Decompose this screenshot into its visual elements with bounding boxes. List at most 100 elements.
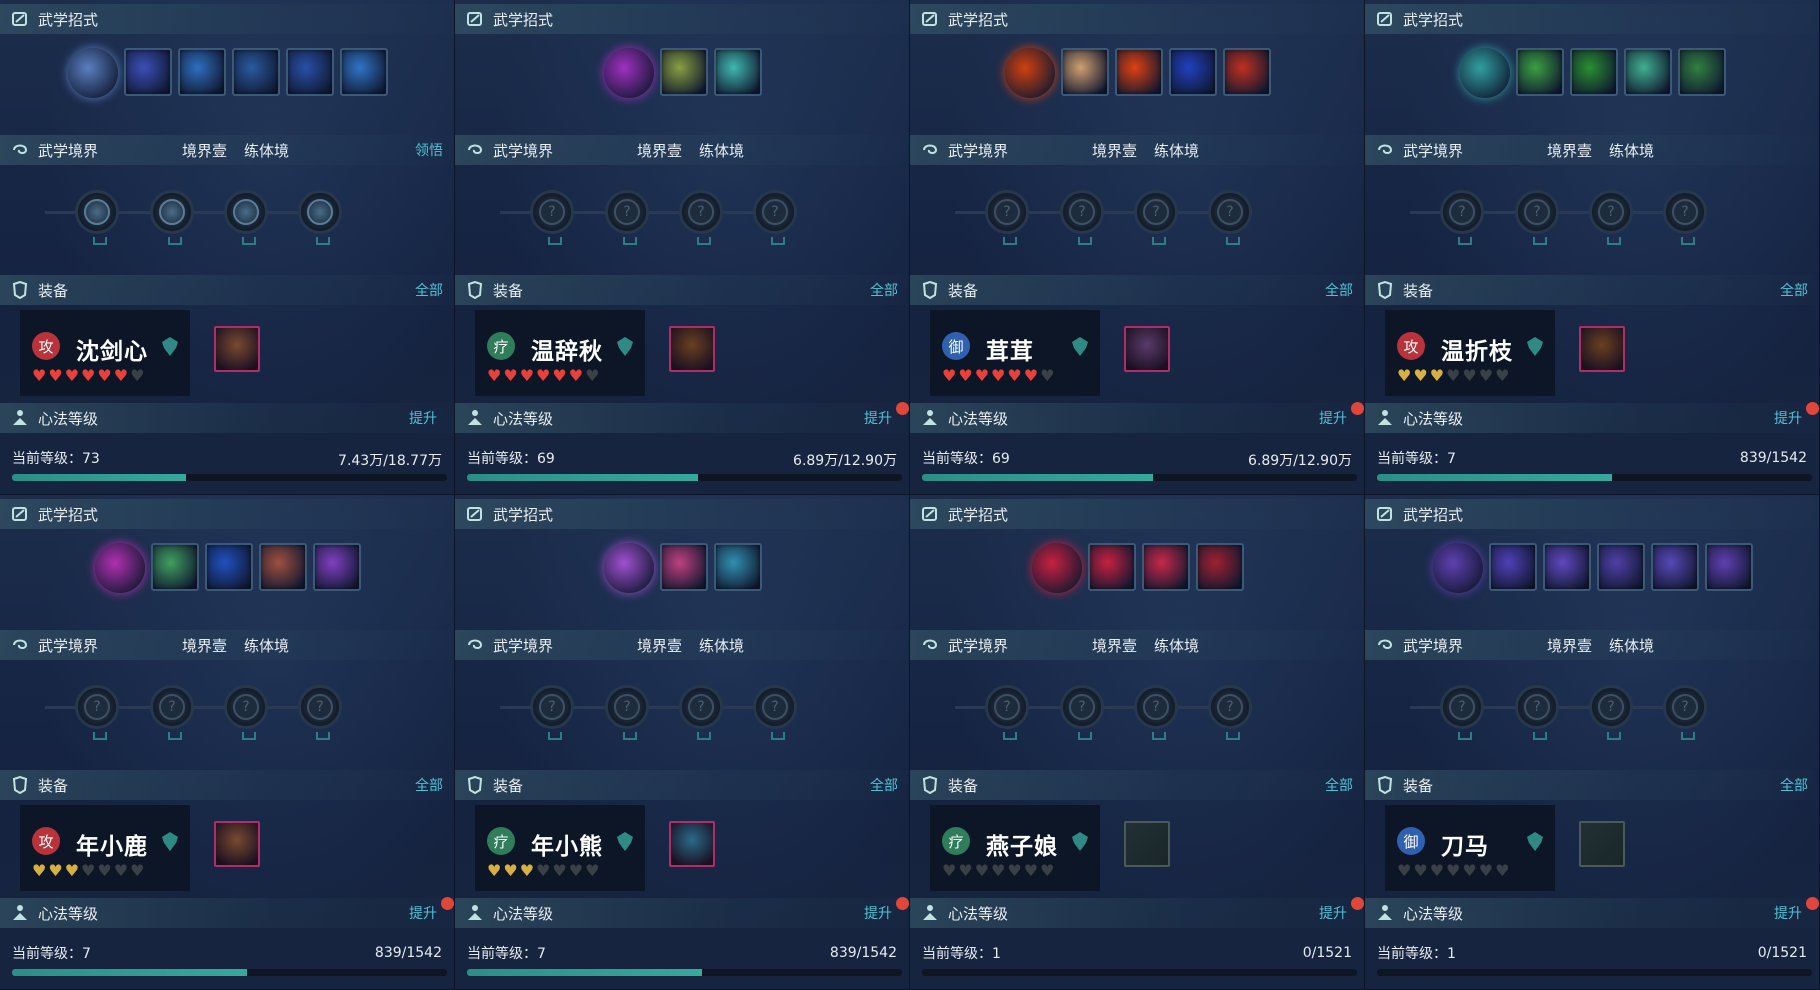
realm-node[interactable]: ? — [224, 685, 268, 740]
warrior-icon[interactable] — [1195, 543, 1244, 591]
rune-icon[interactable] — [94, 543, 145, 593]
realm-node[interactable]: ? — [1663, 685, 1707, 740]
equipment-slot[interactable] — [1124, 326, 1170, 372]
all-equipment-link[interactable]: 全部 — [1780, 280, 1808, 300]
upgrade-link[interactable]: 提升 — [864, 408, 892, 428]
aura-icon[interactable] — [603, 48, 654, 98]
swirl-icon[interactable] — [1222, 48, 1271, 96]
all-equipment-link[interactable]: 全部 — [1325, 280, 1353, 300]
realm-node[interactable]: ? — [985, 190, 1029, 245]
realm-node[interactable] — [298, 190, 342, 245]
upgrade-link[interactable]: 提升 — [409, 408, 437, 428]
equipment-slot[interactable] — [1579, 821, 1625, 867]
all-equipment-link[interactable]: 全部 — [1325, 775, 1353, 795]
realm-node[interactable]: ? — [679, 190, 723, 245]
equipment-slot[interactable] — [669, 821, 715, 867]
spirit-icon[interactable] — [312, 543, 361, 591]
blade-purple-icon[interactable] — [1432, 543, 1483, 593]
realm-node[interactable]: ? — [1589, 190, 1633, 245]
spark-icon[interactable] — [150, 543, 199, 591]
blade-icon[interactable] — [231, 48, 280, 96]
shark-icon[interactable] — [713, 543, 762, 591]
realm-node[interactable] — [75, 190, 119, 245]
realm-node[interactable]: ? — [150, 685, 194, 740]
burst-icon[interactable] — [659, 48, 708, 96]
circle-icon[interactable] — [1623, 48, 1672, 96]
equipment-slot[interactable] — [214, 326, 260, 372]
realm-node[interactable]: ? — [1060, 685, 1104, 740]
realm-node[interactable]: ? — [1134, 190, 1178, 245]
crescent-icon[interactable] — [1168, 48, 1217, 96]
ninja-purple-icon[interactable] — [1596, 543, 1645, 591]
realm-node[interactable]: ? — [753, 685, 797, 740]
blade2-purple-icon[interactable] — [1704, 543, 1753, 591]
explosion-icon[interactable] — [1114, 48, 1163, 96]
realm-node[interactable]: ? — [1589, 685, 1633, 740]
wind-purple-icon[interactable] — [1650, 543, 1699, 591]
dragon-icon[interactable] — [258, 543, 307, 591]
realm-node[interactable] — [224, 190, 268, 245]
equipment-slot[interactable] — [214, 821, 260, 867]
realm-node[interactable] — [150, 190, 194, 245]
realm-node[interactable]: ? — [753, 190, 797, 245]
character-card[interactable]: 攻 温折枝 ♥ ♥ ♥ ♥ ♥ ♥ ♥ — [1385, 310, 1555, 396]
realm-node[interactable]: ? — [605, 190, 649, 245]
realm-node[interactable]: ? — [985, 685, 1029, 740]
realm-node[interactable]: ? — [1663, 190, 1707, 245]
equipment-slot[interactable] — [669, 326, 715, 372]
all-equipment-link[interactable]: 全部 — [870, 280, 898, 300]
character-card[interactable]: 疗 温辞秋 ♥ ♥ ♥ ♥ ♥ ♥ ♥ — [475, 310, 645, 396]
cone-icon[interactable] — [603, 543, 654, 593]
flame-body-icon[interactable] — [1004, 48, 1055, 98]
character-card[interactable]: 御 刀马 ♥ ♥ ♥ ♥ ♥ ♥ ♥ — [1385, 805, 1555, 891]
rose-icon[interactable] — [1141, 543, 1190, 591]
realm-node[interactable]: ? — [1134, 685, 1178, 740]
upgrade-link[interactable]: 提升 — [1319, 903, 1347, 923]
all-equipment-link[interactable]: 全部 — [1780, 775, 1808, 795]
wave-icon[interactable] — [204, 543, 253, 591]
whirl-icon[interactable] — [177, 48, 226, 96]
equipment-slot[interactable] — [1124, 821, 1170, 867]
buddha-icon[interactable] — [1060, 48, 1109, 96]
slash-icon[interactable] — [123, 48, 172, 96]
realm-node[interactable]: ? — [1440, 685, 1484, 740]
character-card[interactable]: 疗 燕子娘 ♥ ♥ ♥ ♥ ♥ ♥ ♥ — [930, 805, 1100, 891]
ring-icon[interactable] — [713, 48, 762, 96]
upgrade-link[interactable]: 提升 — [1774, 408, 1802, 428]
realm-node[interactable]: ? — [1060, 190, 1104, 245]
all-equipment-link[interactable]: 全部 — [415, 280, 443, 300]
slash-red-icon[interactable] — [1087, 543, 1136, 591]
sword-icon[interactable] — [285, 48, 334, 96]
character-card[interactable]: 疗 年小熊 ♥ ♥ ♥ ♥ ♥ ♥ ♥ — [475, 805, 645, 891]
upgrade-link[interactable]: 提升 — [1319, 408, 1347, 428]
character-card[interactable]: 攻 沈剑心 ♥ ♥ ♥ ♥ ♥ ♥ ♥ — [20, 310, 190, 396]
slash-red-icon[interactable] — [1031, 543, 1082, 593]
realm-node[interactable]: ? — [530, 685, 574, 740]
guard-icon[interactable] — [1459, 48, 1510, 98]
realm-node[interactable]: ? — [1515, 685, 1559, 740]
realm-node[interactable]: ? — [605, 685, 649, 740]
upgrade-link[interactable]: 提升 — [1774, 903, 1802, 923]
character-card[interactable]: 御 茸茸 ♥ ♥ ♥ ♥ ♥ ♥ ♥ — [930, 310, 1100, 396]
equipment-slot[interactable] — [1579, 326, 1625, 372]
realm-node[interactable]: ? — [679, 685, 723, 740]
serpent-icon[interactable] — [659, 543, 708, 591]
realm-node[interactable]: ? — [75, 685, 119, 740]
all-equipment-link[interactable]: 全部 — [415, 775, 443, 795]
realm-node[interactable]: ? — [1208, 685, 1252, 740]
realm-node[interactable]: ? — [1515, 190, 1559, 245]
cut-purple-icon[interactable] — [1488, 543, 1537, 591]
character-card[interactable]: 攻 年小鹿 ♥ ♥ ♥ ♥ ♥ ♥ ♥ — [20, 805, 190, 891]
realm-node[interactable]: ? — [530, 190, 574, 245]
all-equipment-link[interactable]: 全部 — [870, 775, 898, 795]
leaf-icon[interactable] — [1515, 48, 1564, 96]
upgrade-link[interactable]: 提升 — [864, 903, 892, 923]
upgrade-link[interactable]: 提升 — [409, 903, 437, 923]
comprehend-link[interactable]: 领悟 — [415, 140, 443, 160]
slash-purple-icon[interactable] — [1542, 543, 1591, 591]
vortex-icon[interactable] — [67, 48, 118, 98]
realm-node[interactable]: ? — [1440, 190, 1484, 245]
yinyang-icon[interactable] — [1677, 48, 1726, 96]
realm-node[interactable]: ? — [1208, 190, 1252, 245]
thorn-icon[interactable] — [1569, 48, 1618, 96]
